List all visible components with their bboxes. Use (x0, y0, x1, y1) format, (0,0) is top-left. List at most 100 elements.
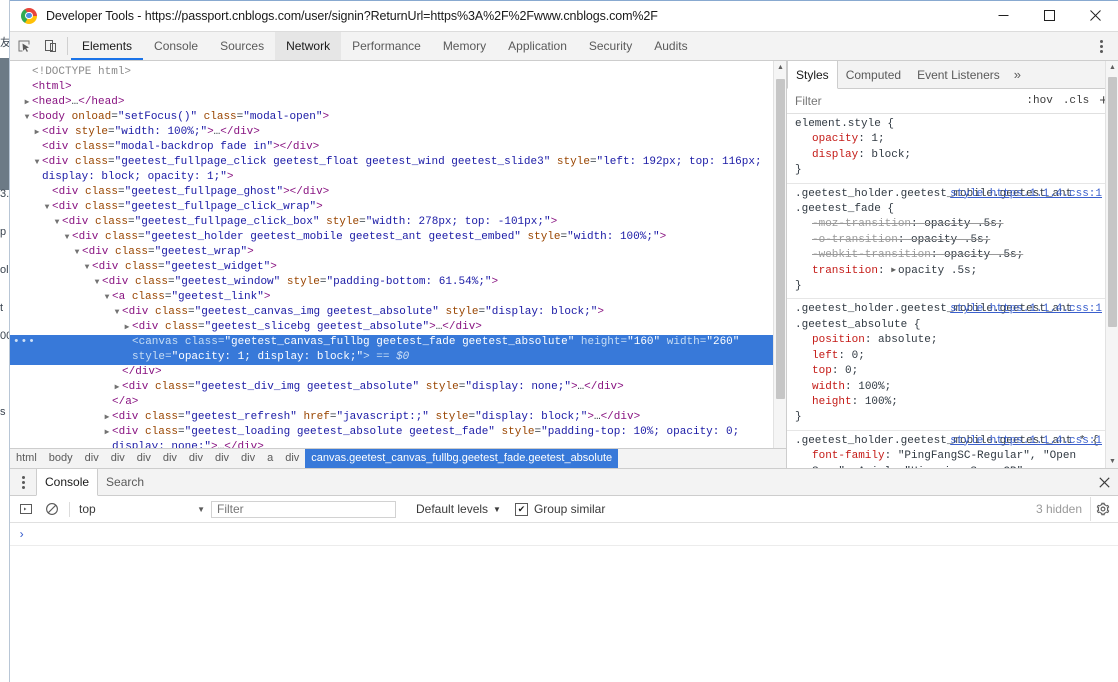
style-property-value[interactable]: opacity .5s; (944, 249, 1023, 261)
style-property-name[interactable]: font-family (812, 450, 885, 462)
breadcrumb-item-active[interactable]: canvas.geetest_canvas_fullbg.geetest_fad… (305, 449, 619, 468)
dom-tree-row[interactable]: </div> (10, 365, 786, 380)
console-sidebar-icon[interactable] (13, 497, 39, 521)
style-property-value[interactable]: 100%; (865, 396, 898, 408)
tab-performance[interactable]: Performance (341, 32, 432, 60)
dom-tree-scrollbar[interactable]: ▲ ▼ (773, 61, 786, 468)
console-message-area[interactable]: › (10, 523, 1118, 682)
collapse-arrow-icon[interactable]: ▼ (42, 200, 52, 215)
dom-tree-row[interactable]: ▶ <div class="geetest_div_img geetest_abs… (10, 380, 786, 395)
tab-console[interactable]: Console (143, 32, 209, 60)
style-declaration[interactable]: opacity: 1; (795, 132, 1102, 147)
tab-event-listeners[interactable]: Event Listeners (909, 61, 1008, 88)
collapse-arrow-icon[interactable]: ▼ (52, 215, 62, 230)
scroll-up-icon[interactable]: ▲ (774, 61, 786, 74)
style-rule[interactable]: element.style { opacity: 1; display: block… (795, 117, 1102, 181)
expand-arrow-icon[interactable]: ▶ (102, 410, 112, 425)
style-property-value[interactable]: block; (871, 149, 911, 161)
chevron-double-right-icon[interactable]: » (1008, 61, 1027, 88)
breadcrumb-item[interactable]: body (43, 449, 79, 468)
expand-shorthand-icon[interactable]: ▶ (891, 263, 898, 278)
style-property-value[interactable]: opacity .5s; (924, 218, 1003, 230)
styles-filter-input[interactable] (795, 94, 1022, 108)
breadcrumb-item[interactable]: div (183, 449, 209, 468)
style-property-name[interactable]: width (812, 381, 845, 393)
style-rule[interactable]: .geetest_holder.geetest_mobile.geetest_a… (795, 434, 1102, 468)
style-rule[interactable]: .geetest_holder.geetest_mobile.geetest_a… (795, 302, 1102, 427)
style-property-name[interactable]: position (812, 334, 865, 346)
breadcrumb[interactable]: html body div div div div div div div a div canvas.… (10, 448, 786, 468)
console-levels-dropdown[interactable]: Default levels ▼ (416, 502, 501, 516)
dom-tree-row[interactable]: ▼ <div class="geetest_window" style="padd… (10, 275, 786, 290)
style-property-value[interactable]: 0; (845, 365, 858, 377)
collapse-arrow-icon[interactable]: ▼ (112, 305, 122, 320)
expand-arrow-icon[interactable]: ▶ (32, 125, 42, 140)
styles-scroll-up-icon[interactable]: ▲ (1106, 61, 1118, 74)
style-declaration[interactable]: display: block; (795, 148, 1102, 163)
style-rule-origin-link[interactable]: style https.1.1.4.css:1 (950, 187, 1102, 202)
tab-network[interactable]: Network (275, 32, 342, 60)
tab-elements[interactable]: Elements (71, 32, 144, 60)
tab-sources[interactable]: Sources (209, 32, 275, 60)
tab-memory[interactable]: Memory (432, 32, 497, 60)
styles-rules-list[interactable]: element.style { opacity: 1; display: block… (787, 114, 1118, 468)
dom-tree-row[interactable]: <!DOCTYPE html> (10, 65, 786, 80)
styles-scroll-thumb[interactable] (1108, 77, 1117, 327)
expand-arrow-icon[interactable]: ▶ (102, 425, 112, 440)
maximize-button[interactable] (1026, 0, 1072, 31)
style-property-value[interactable]: absolute; (878, 334, 937, 346)
dom-tree-row[interactable]: <html> (10, 80, 786, 95)
dom-tree-row[interactable]: </a> (10, 395, 786, 410)
style-rule-origin-link[interactable]: style https.1.1.4.css:1 (950, 434, 1102, 449)
expand-arrow-icon[interactable]: ▶ (22, 95, 32, 110)
breadcrumb-item[interactable]: div (279, 449, 305, 468)
drawer-tab-search[interactable]: Search (98, 469, 152, 495)
console-context-selector[interactable]: top ▼ (74, 502, 211, 516)
style-rule-origin-link[interactable]: style https.1.1.4.css:1 (950, 302, 1102, 317)
breadcrumb-item[interactable]: div (157, 449, 183, 468)
hover-state-button[interactable]: :hov (1021, 95, 1057, 107)
style-declaration[interactable]: transition: ▶ opacity .5s; (795, 264, 1102, 279)
inspect-element-icon[interactable] (10, 32, 37, 60)
dom-tree-row[interactable]: ▼ <div class="geetest_fullpage_click_wrap… (10, 200, 786, 215)
tab-audits[interactable]: Audits (643, 32, 698, 60)
drawer-more-icon[interactable] (10, 469, 36, 495)
dom-tree-row[interactable]: ▼ <div class="geetest_fullpage_click geet… (10, 155, 786, 185)
breadcrumb-item[interactable]: html (10, 449, 43, 468)
close-button[interactable] (1072, 0, 1118, 31)
dom-tree-row[interactable]: ▼ <body onload="setFocus()" class="modal-… (10, 110, 786, 125)
tab-computed[interactable]: Computed (838, 61, 909, 88)
style-property-name[interactable]: -moz-transition (812, 218, 911, 230)
inline-ellipsis-badge[interactable]: ••• (13, 337, 36, 348)
collapse-arrow-icon[interactable]: ▼ (32, 155, 42, 170)
dom-tree-row-selected[interactable]: ••• <canvas class = "geetest_canvas_fullbg … (10, 335, 786, 365)
style-declaration[interactable]: height: 100%; (795, 395, 1102, 410)
dom-tree-row[interactable]: ▼ <div class="geetest_canvas_img geetest_… (10, 305, 786, 320)
dom-tree-row[interactable]: ▼ <div class="geetest_fullpage_click_box"… (10, 215, 786, 230)
tab-styles[interactable]: Styles (787, 61, 838, 89)
style-declaration[interactable]: position: absolute; (795, 333, 1102, 348)
more-options-icon[interactable] (1088, 33, 1114, 59)
style-declaration[interactable]: -moz-transition: opacity .5s; (795, 217, 1102, 232)
group-similar-toggle[interactable]: ✔ Group similar (514, 502, 605, 516)
breadcrumb-item[interactable]: div (105, 449, 131, 468)
minimize-button[interactable] (980, 0, 1026, 31)
style-property-name[interactable]: display (812, 149, 858, 161)
breadcrumb-item[interactable]: div (131, 449, 157, 468)
style-property-value[interactable]: opacity .5s; (898, 265, 977, 277)
breadcrumb-item[interactable]: a (261, 449, 279, 468)
style-rule-selector[interactable]: element.style { (795, 118, 894, 130)
style-property-name[interactable]: top (812, 365, 832, 377)
styles-scrollbar[interactable]: ▲ ▼ (1105, 61, 1118, 468)
console-settings-icon[interactable] (1090, 497, 1115, 521)
style-property-name[interactable]: -webkit-transition (812, 249, 931, 261)
style-declaration[interactable]: -o-transition: opacity .5s; (795, 233, 1102, 248)
element-classes-button[interactable]: .cls (1058, 95, 1094, 107)
dom-tree-row[interactable]: ▼ <div class="geetest_wrap"> (10, 245, 786, 260)
collapse-arrow-icon[interactable]: ▼ (92, 275, 102, 290)
group-similar-checkbox[interactable]: ✔ (514, 502, 528, 516)
dom-tree-row[interactable]: <div class="modal-backdrop fade in"></di… (10, 140, 786, 155)
dom-tree-row[interactable]: ▼ <a class="geetest_link"> (10, 290, 786, 305)
collapse-arrow-icon[interactable]: ▼ (82, 260, 92, 275)
style-property-name[interactable]: transition (812, 265, 878, 277)
